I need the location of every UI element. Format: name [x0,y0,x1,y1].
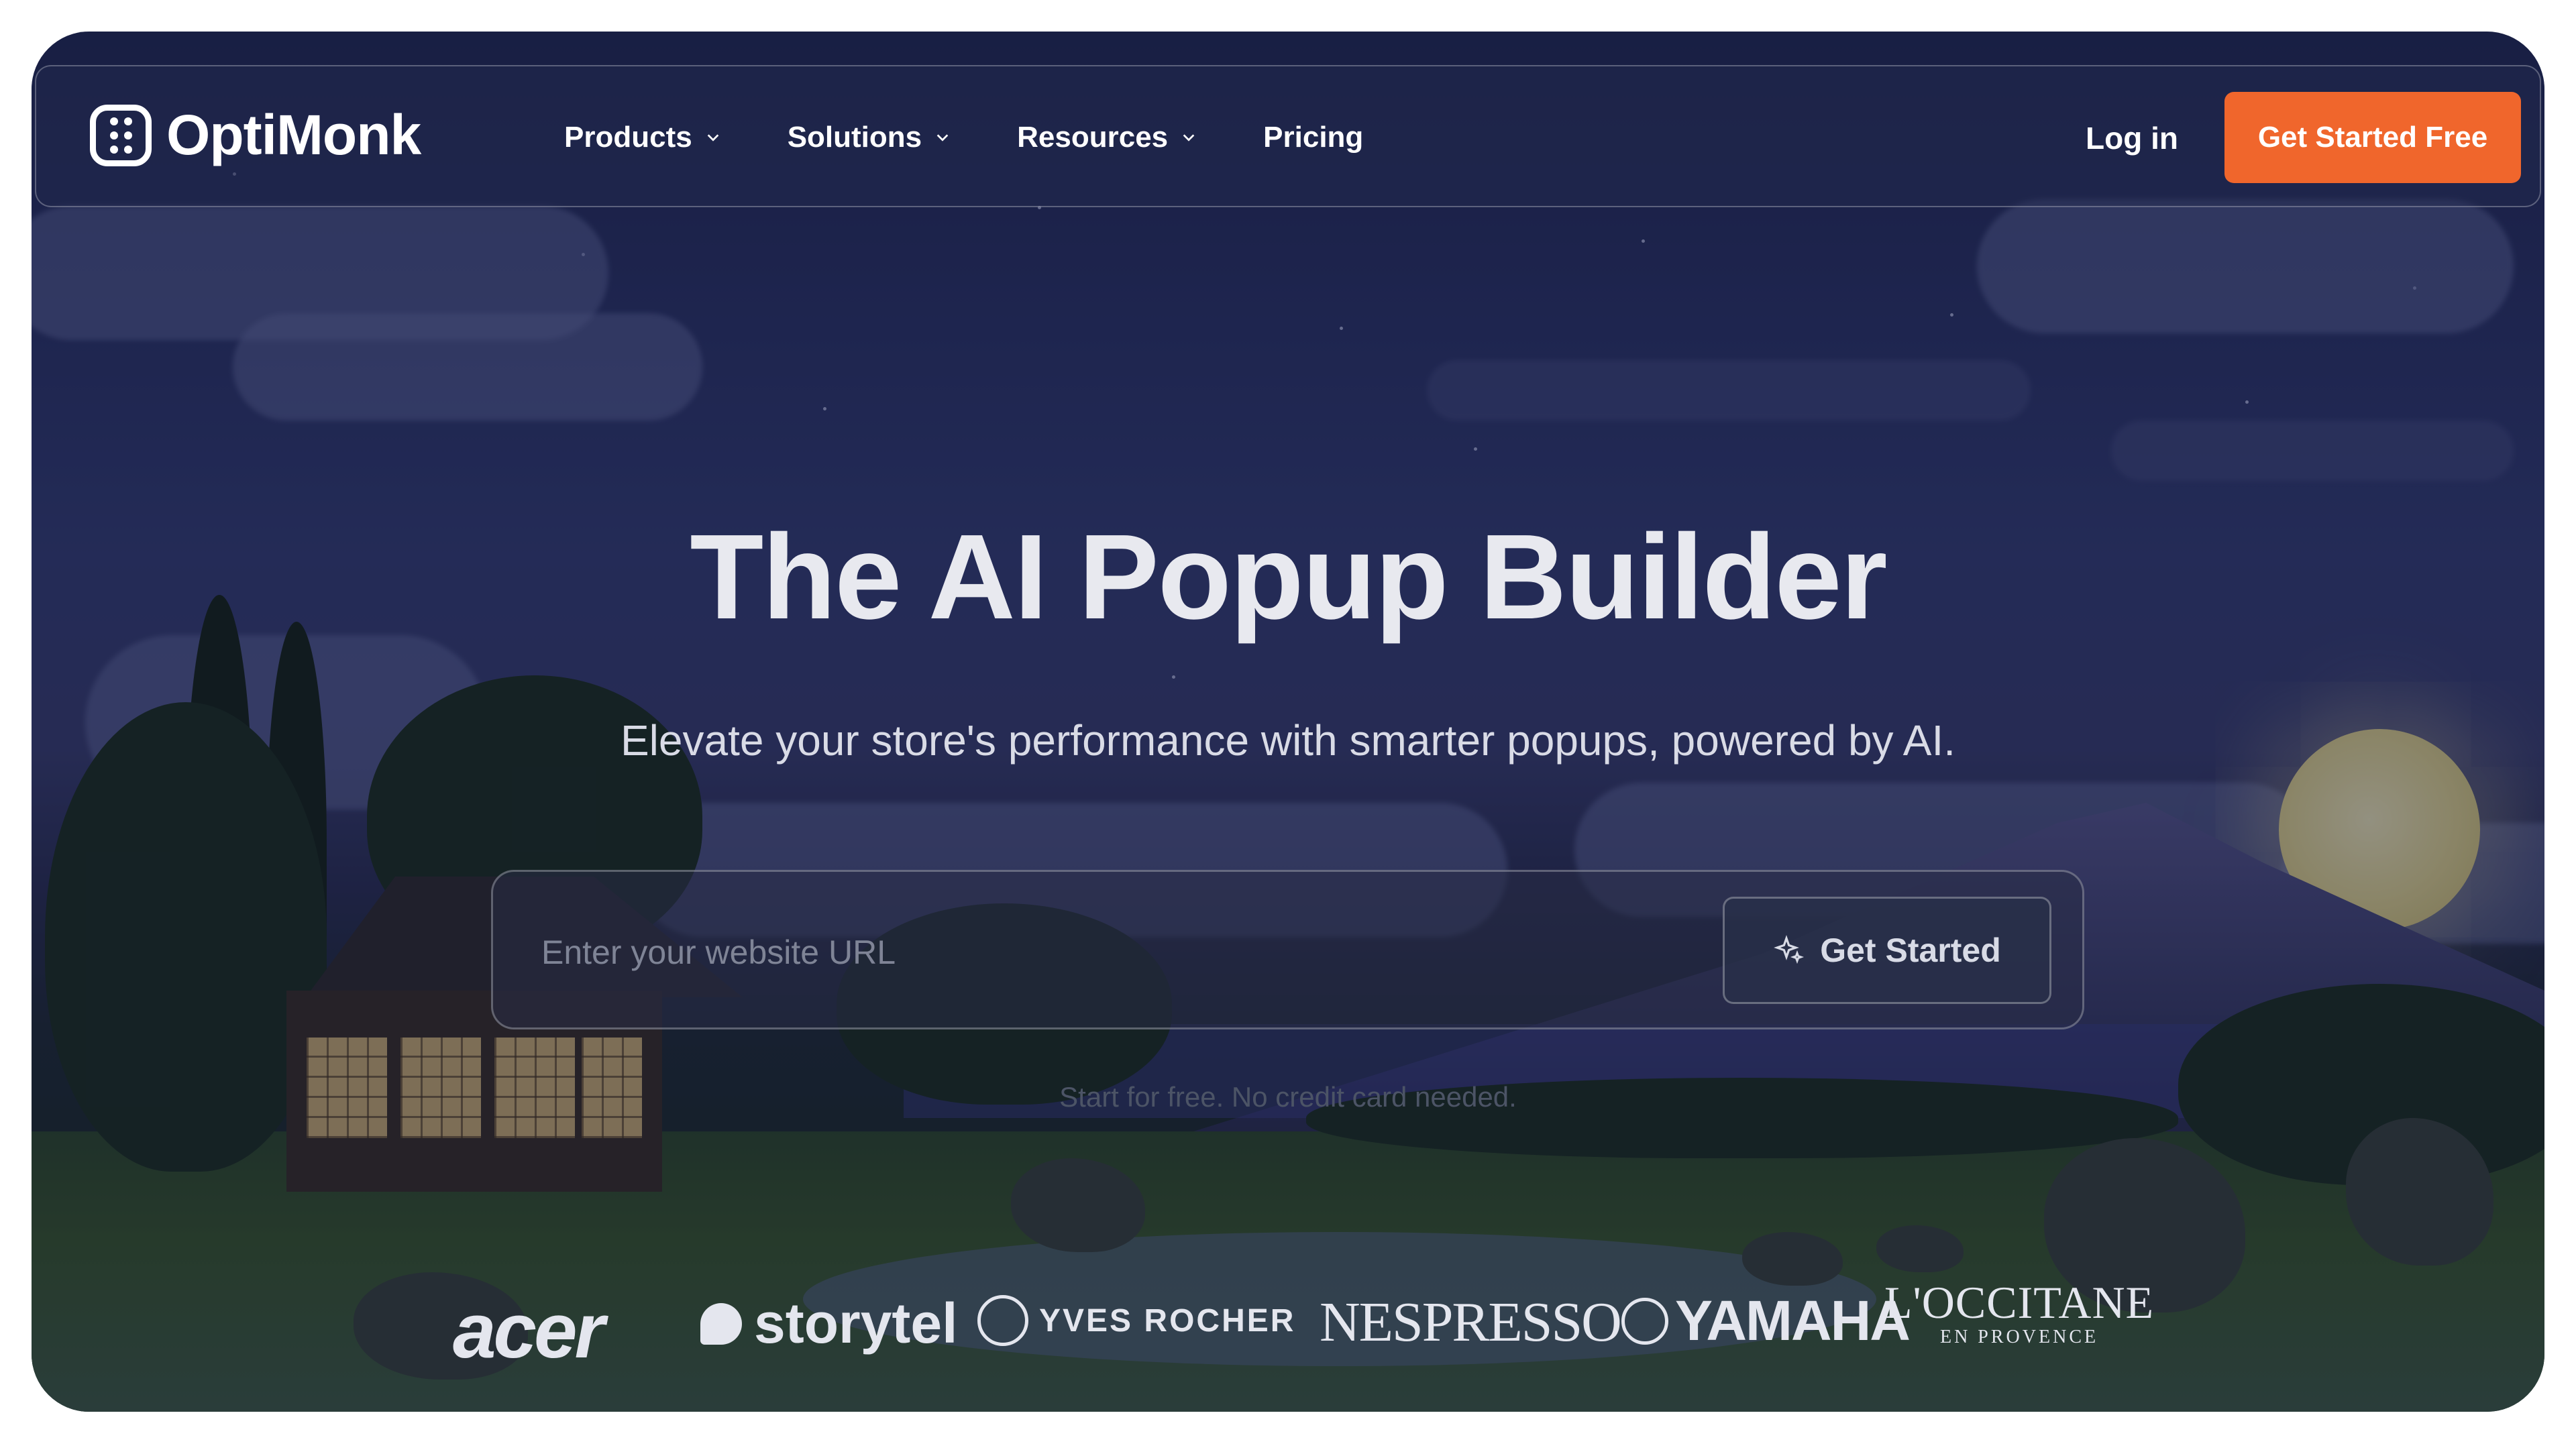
nav-item-products[interactable]: Products [564,121,720,154]
nav-item-resources[interactable]: Resources [1017,121,1196,154]
website-url-input[interactable] [540,912,1683,993]
nespresso-logo: NESPRESSO [1320,1291,1622,1353]
hero-title: The AI Popup Builder [690,510,1887,645]
nav-item-solutions[interactable]: Solutions [788,121,950,154]
top-navbar: OptiMonk Products Solutions Resources Pr… [35,65,2541,207]
sparkle-icon [1774,935,1805,964]
tuning-fork-emblem-icon [1621,1297,1668,1345]
optimonk-logo[interactable]: OptiMonk [90,103,421,168]
storytel-logo: storytel [700,1291,957,1356]
yamaha-logo: YAMAHA [1621,1288,1911,1353]
get-started-label: Get Started [1820,932,2001,969]
nav-item-label: Solutions [787,121,922,154]
page-frame: OptiMonk Products Solutions Resources Pr… [32,32,2544,1412]
acer-logo: acer [453,1287,605,1374]
get-started-free-button[interactable]: Get Started Free [2224,92,2521,183]
nav-item-label: Products [564,121,692,154]
url-form: Get Started [491,870,2084,1029]
get-started-button[interactable]: Get Started [1723,897,2051,1004]
leaf-emblem-icon [977,1295,1028,1346]
chevron-down-icon [936,134,949,142]
hero-subtitle: Elevate your store's performance with sm… [620,716,1956,765]
optimonk-logo-icon [90,104,152,166]
client-logos: acer storytel YVES ROCHER NESPRESSO YAMA… [32,1277,2544,1374]
login-link[interactable]: Log in [2086,120,2178,156]
chevron-down-icon [1183,134,1195,142]
free-trial-hint: Start for free. No credit card needed. [1059,1081,1517,1113]
speech-bubble-icon [700,1302,742,1345]
nav-item-label: Resources [1017,121,1169,154]
yves-rocher-logo: YVES ROCHER [977,1295,1295,1346]
nav-menu: Products Solutions Resources Pricing [564,66,1430,209]
loccitane-logo: L'OCCITANE EN PROVENCE [1884,1277,2155,1347]
nav-item-label: Pricing [1263,121,1364,154]
brand-name: OptiMonk [166,103,421,166]
nav-item-pricing[interactable]: Pricing [1263,121,1363,154]
chevron-down-icon [707,134,719,142]
